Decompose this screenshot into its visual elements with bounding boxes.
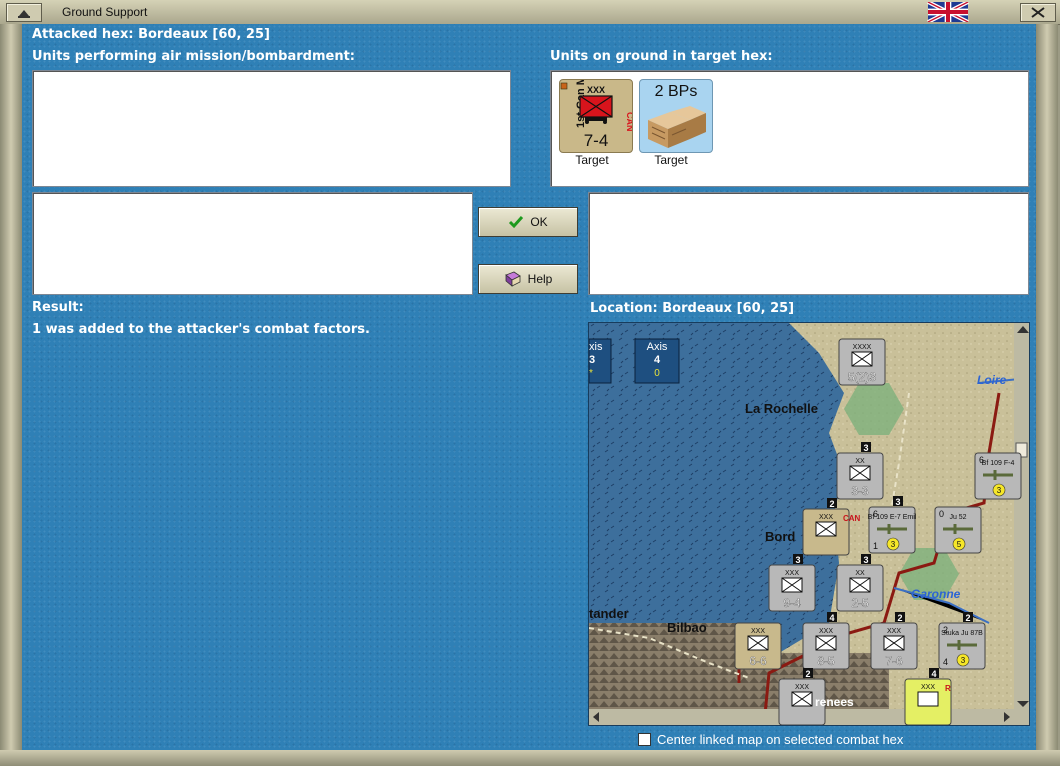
svg-text:3: 3 xyxy=(863,555,868,565)
svg-text:5: 5 xyxy=(957,540,962,549)
ok-button-label: OK xyxy=(530,215,548,229)
svg-text:XXX: XXX xyxy=(785,570,799,577)
svg-text:2-5: 2-5 xyxy=(851,596,869,610)
ground-unit-counter[interactable]: 1st Can M. XXX CAN 7-4 xyxy=(559,73,635,153)
map-counter-xxxxx[interactable]: XXXX 5(2)3 xyxy=(838,338,886,386)
svg-text:CAN: CAN xyxy=(625,112,632,132)
allied-sub: * xyxy=(589,368,593,379)
help-button-label: Help xyxy=(527,272,553,286)
svg-text:2: 2 xyxy=(805,669,810,679)
svg-text:0: 0 xyxy=(939,509,944,519)
svg-text:2: 2 xyxy=(965,613,970,623)
help-button[interactable]: Help xyxy=(478,264,578,294)
right-border xyxy=(1036,24,1058,750)
map-river-garonne: Garonne xyxy=(911,587,961,601)
result-text: 1 was added to the attacker's combat fac… xyxy=(32,322,370,337)
svg-text:8-5: 8-5 xyxy=(817,654,835,668)
svg-text:6: 6 xyxy=(979,455,984,465)
axis-sub: 0 xyxy=(654,368,660,379)
svg-text:XX: XX xyxy=(855,458,865,465)
ground-unit-detail-box xyxy=(588,192,1029,295)
svg-text:XXX: XXX xyxy=(587,85,605,95)
ground-unit-status: Target xyxy=(575,153,609,167)
svg-text:1: 1 xyxy=(873,541,878,551)
svg-text:6-6: 6-6 xyxy=(749,654,767,668)
ground-units-label: Units on ground in target hex: xyxy=(550,49,773,64)
center-map-checkbox-label: Center linked map on selected combat hex xyxy=(657,732,904,747)
svg-text:3-3: 3-3 xyxy=(851,484,869,498)
map-counter-mtn-66[interactable]: XXX 6-6 xyxy=(734,622,782,670)
map-counter-bf109-a[interactable]: Bf 109 F-46 3 xyxy=(974,452,1022,500)
map-city-santander: tander xyxy=(589,606,629,621)
bottom-border xyxy=(0,750,1060,766)
svg-text:3: 3 xyxy=(997,486,1002,495)
center-map-checkbox-row[interactable]: Center linked map on selected combat hex xyxy=(638,732,903,747)
attacked-hex-label: Attacked hex: Bordeaux [60, 25] xyxy=(32,27,270,42)
svg-text:4: 4 xyxy=(931,669,936,679)
svg-text:4: 4 xyxy=(943,657,948,667)
bp-status: Target xyxy=(654,153,688,167)
air-units-label: Units performing air mission/bombardment… xyxy=(32,49,356,64)
svg-text:5(2)3: 5(2)3 xyxy=(848,370,876,384)
svg-text:Ju 52: Ju 52 xyxy=(949,514,966,521)
svg-text:XXX: XXX xyxy=(921,684,935,691)
axis-label: Axis xyxy=(646,341,668,353)
svg-text:R: R xyxy=(945,684,951,693)
svg-text:3: 3 xyxy=(863,443,868,453)
title-bar[interactable]: Ground Support xyxy=(0,0,1060,25)
svg-text:2: 2 xyxy=(897,613,902,623)
svg-text:3: 3 xyxy=(795,555,800,565)
ground-units-list[interactable]: 1st Can M. XXX CAN 7-4 Target 2 BPs Targ… xyxy=(550,70,1029,187)
svg-text:2: 2 xyxy=(829,499,834,509)
svg-text:3: 3 xyxy=(961,656,966,665)
uk-flag-icon xyxy=(927,2,969,22)
center-map-checkbox[interactable] xyxy=(638,733,651,746)
svg-text:9-4: 9-4 xyxy=(783,596,801,610)
svg-text:3: 3 xyxy=(891,540,896,549)
svg-text:2: 2 xyxy=(943,625,948,635)
location-label: Location: Bordeaux [60, 25] xyxy=(590,301,795,316)
svg-text:7-6: 7-6 xyxy=(885,654,903,668)
map-river-loire: Loire xyxy=(977,373,1007,387)
svg-text:3: 3 xyxy=(895,497,900,507)
svg-text:XXXX: XXXX xyxy=(853,344,872,351)
armored-corps-icon: 1st Can M. XXX CAN 7-4 xyxy=(560,73,635,150)
svg-text:CAN: CAN xyxy=(843,514,861,523)
air-units-list[interactable] xyxy=(32,70,511,187)
svg-text:6: 6 xyxy=(873,509,878,519)
map-region-pyrenees: renees xyxy=(815,695,854,709)
ok-button[interactable]: OK xyxy=(478,207,578,237)
allied-label: xis xyxy=(589,341,603,353)
svg-text:XXX: XXX xyxy=(819,628,833,635)
svg-text:Bf 109 F-4: Bf 109 F-4 xyxy=(982,460,1015,467)
svg-text:XXX: XXX xyxy=(751,628,765,635)
axis-value: 4 xyxy=(653,354,661,366)
svg-text:XX: XX xyxy=(855,570,865,577)
system-menu-button[interactable] xyxy=(6,3,42,22)
help-book-icon xyxy=(504,271,521,287)
result-label: Result: xyxy=(32,300,84,315)
map-city-la-rochelle: La Rochelle xyxy=(745,401,818,416)
svg-text:XXX: XXX xyxy=(795,684,809,691)
linked-map[interactable]: XXXX 5(2)3 XX 3-3 3 Bf 109 F-4 6 3 Bf 109 E-7 Em… xyxy=(588,322,1030,726)
svg-text:7-4: 7-4 xyxy=(584,131,609,150)
svg-text:4: 4 xyxy=(829,613,834,623)
close-button[interactable] xyxy=(1020,3,1056,22)
crates-icon xyxy=(648,106,706,148)
map-counter-ju52[interactable]: Ju 52 0 5 xyxy=(934,506,982,554)
allied-value: 3 xyxy=(589,354,596,366)
map-canvas: XXXX5(2)3XX3-33Bf 109 F-463Bf 109 E-7 Em… xyxy=(589,323,1029,725)
map-city-bordeaux: Bord xyxy=(765,529,796,544)
svg-text:XXX: XXX xyxy=(819,514,833,521)
checkmark-icon xyxy=(509,216,524,229)
svg-text:XXX: XXX xyxy=(887,628,901,635)
left-border xyxy=(0,24,22,750)
air-unit-detail-box xyxy=(32,192,473,295)
map-city-bilbao: Bilbao xyxy=(667,620,707,635)
bp-counter[interactable]: 2 BPs xyxy=(639,79,713,153)
window-title: Ground Support xyxy=(62,5,148,19)
